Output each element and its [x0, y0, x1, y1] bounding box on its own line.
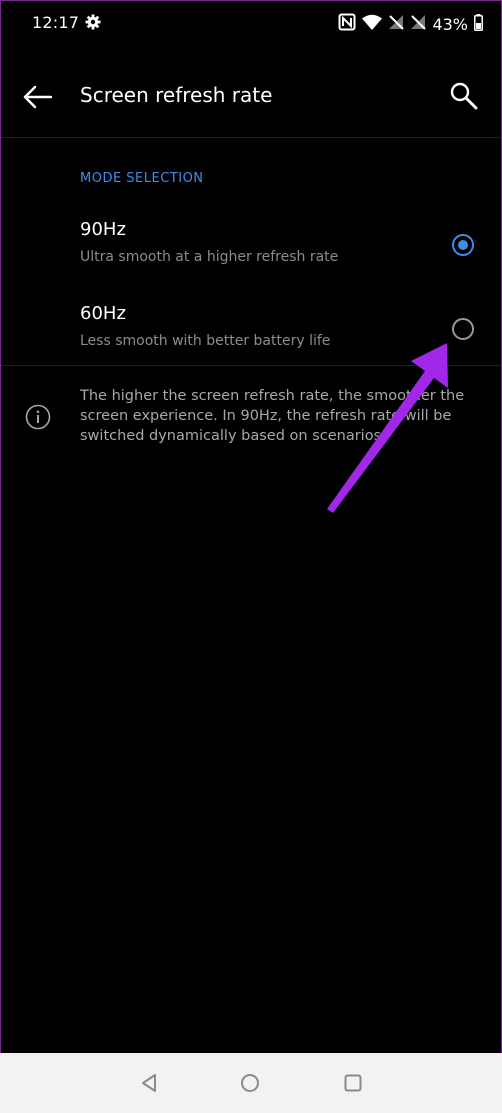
option-title: 90Hz [80, 219, 126, 240]
arrow-left-icon [23, 85, 55, 115]
recents-square-icon[interactable] [343, 1073, 363, 1097]
gear-icon [85, 14, 101, 34]
navigation-bar [0, 1053, 502, 1113]
status-icons: 43% [332, 13, 483, 35]
screen: 12:17 43% Screen refresh rate MODE SELEC… [0, 0, 502, 1112]
app-bar: Screen refresh rate [1, 57, 501, 137]
status-time: 12:17 [32, 13, 80, 32]
section-header: MODE SELECTION [80, 171, 204, 186]
back-button[interactable] [23, 83, 55, 111]
option-subtitle: Less smooth with better battery life [80, 333, 331, 349]
option-60hz[interactable]: 60Hz Less smooth with better battery lif… [1, 303, 501, 383]
search-icon [449, 82, 479, 115]
option-subtitle: Ultra smooth at a higher refresh rate [80, 249, 339, 265]
no-signal-icon [388, 14, 405, 34]
nfc-icon [338, 13, 356, 35]
app-bar-divider [1, 137, 501, 138]
no-signal-icon [410, 14, 427, 34]
battery-icon [474, 13, 483, 35]
radio-90hz[interactable] [452, 234, 474, 256]
option-90hz[interactable]: 90Hz Ultra smooth at a higher refresh ra… [1, 219, 501, 299]
page-title: Screen refresh rate [80, 83, 273, 107]
option-title: 60Hz [80, 303, 126, 324]
info-icon [25, 404, 51, 434]
search-button[interactable] [449, 81, 479, 111]
battery-percent: 43% [432, 14, 468, 34]
radio-60hz[interactable] [452, 318, 474, 340]
section-divider [1, 365, 501, 366]
wifi-icon [362, 14, 383, 34]
home-circle-icon[interactable] [240, 1073, 260, 1097]
info-text: The higher the screen refresh rate, the … [80, 388, 465, 444]
status-bar: 12:17 43% [1, 1, 501, 45]
back-triangle-icon[interactable] [140, 1073, 158, 1097]
